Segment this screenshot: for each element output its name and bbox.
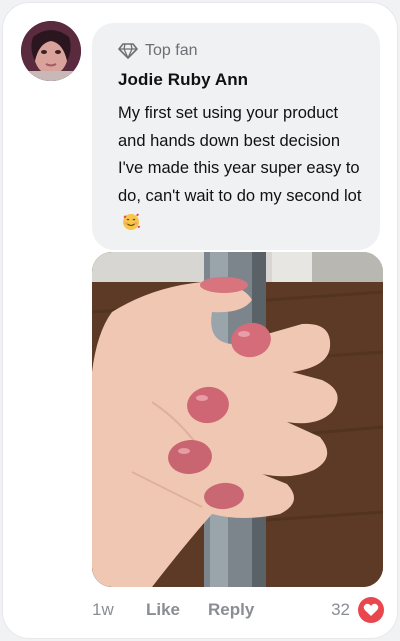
comment-text-block: My first set using your product and hand… [118, 100, 368, 238]
reply-button[interactable]: Reply [208, 600, 254, 620]
reaction-count[interactable]: 32 [331, 600, 350, 620]
comment-actions: 1w Like Reply 32 [92, 593, 384, 627]
avatar-photo [21, 21, 81, 81]
diamond-icon [118, 41, 138, 61]
comment-text: My first set using your product and hand… [118, 104, 362, 205]
comment-card: Top fan Jodie Ruby Ann My first set usin… [3, 3, 397, 638]
avatar[interactable] [21, 21, 81, 81]
heart-icon[interactable] [358, 597, 384, 623]
top-fan-badge: Top fan [118, 41, 362, 61]
badge-label: Top fan [145, 42, 198, 59]
comment-bubble: Top fan Jodie Ruby Ann My first set usin… [92, 23, 380, 250]
smiling-face-with-hearts-icon [122, 213, 140, 231]
comment-photo[interactable] [92, 252, 383, 587]
like-button[interactable]: Like [146, 600, 180, 620]
nails-photo [92, 252, 383, 587]
timestamp[interactable]: 1w [92, 600, 146, 620]
author-name[interactable]: Jodie Ruby Ann [118, 70, 362, 90]
